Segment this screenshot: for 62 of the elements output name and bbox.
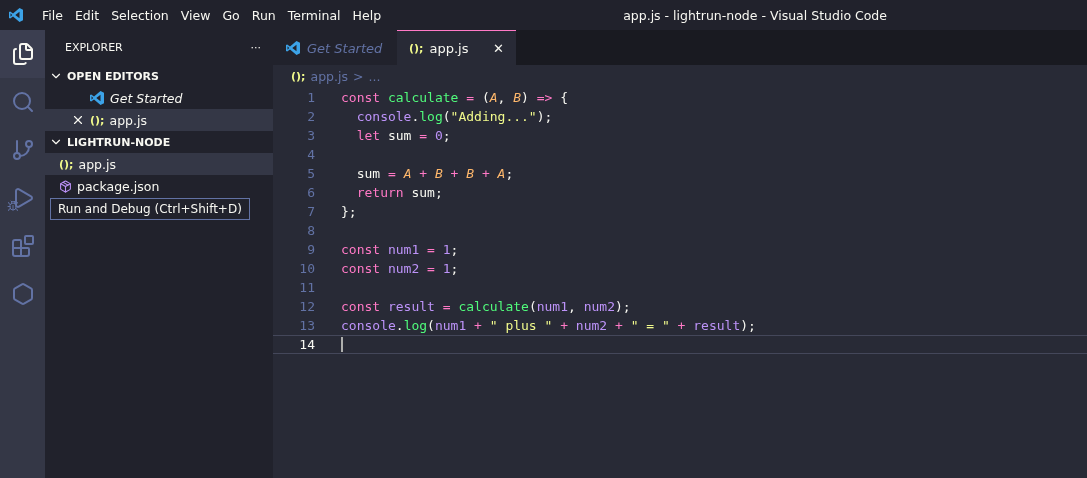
- line-number: 3: [306, 128, 315, 143]
- menu-item[interactable]: File: [36, 7, 69, 23]
- code-line: return sum;: [355, 185, 443, 200]
- editor-tab[interactable]: (); app.js ✕: [397, 30, 516, 65]
- branch-icon: [10, 138, 35, 162]
- vscode-logo-icon: [89, 90, 105, 106]
- explorer-item[interactable]: package.json: [45, 175, 273, 197]
- files-icon: [10, 42, 35, 66]
- line-number: 6: [306, 185, 315, 200]
- code-line: const result = calculate(num1, num2);: [341, 299, 631, 314]
- tooltip: Run and Debug (Ctrl+Shift+D): [50, 198, 250, 220]
- close-button[interactable]: ✕: [493, 40, 504, 56]
- code-line: let sum = 0;: [355, 128, 451, 143]
- close-icon[interactable]: [71, 113, 85, 127]
- vscode-logo-icon: [8, 7, 24, 23]
- breadcrumb-separator: >: [352, 68, 364, 84]
- sidebar-title: EXPLORER: [65, 41, 123, 54]
- hexagon-icon: [10, 282, 35, 306]
- activity-button[interactable]: [0, 30, 45, 78]
- menu-item[interactable]: Run: [245, 7, 282, 23]
- code-line: console.log("Adding...");: [355, 109, 553, 124]
- line-number: 8: [306, 223, 315, 238]
- explorer-item[interactable]: (); app.js: [45, 109, 273, 131]
- menu-item[interactable]: Edit: [68, 7, 106, 23]
- menu-item[interactable]: Help: [346, 7, 388, 23]
- more-actions[interactable]: ···: [250, 41, 261, 54]
- section-header[interactable]: OPEN EDITORS: [45, 65, 273, 87]
- code-line: const num1 = 1;: [341, 242, 459, 257]
- line-number: 9: [306, 242, 315, 257]
- line-number: 5: [306, 166, 315, 181]
- text-cursor: [341, 337, 343, 352]
- explorer-item[interactable]: Get Started: [45, 87, 273, 109]
- menu-item[interactable]: Terminal: [281, 7, 347, 23]
- file-glyph: ();: [59, 157, 74, 171]
- line-number: 1: [306, 90, 315, 105]
- run-debug-icon: [10, 186, 35, 210]
- line-number: 10: [298, 261, 315, 276]
- code-line: const num2 = 1;: [341, 261, 459, 276]
- code-line: console.log(num1 + " plus " + num2 + " = " + result);: [341, 318, 756, 333]
- package-icon: [59, 179, 72, 193]
- file-glyph: ();: [90, 113, 105, 127]
- line-number: 12: [298, 299, 315, 314]
- menu-item[interactable]: Go: [216, 7, 246, 23]
- code-line: const calculate = (A, B) => {: [341, 90, 568, 105]
- section-header[interactable]: LIGHTRUN-NODE: [45, 131, 273, 153]
- menu-item[interactable]: Selection: [105, 7, 175, 23]
- file-glyph: ();: [409, 41, 424, 55]
- line-number: 13: [298, 318, 315, 333]
- extensions-icon: [10, 234, 35, 258]
- code-line: sum = A + B + B + A;: [355, 166, 514, 181]
- explorer-item[interactable]: (); app.js: [45, 153, 273, 175]
- vscode-logo-icon: [285, 40, 301, 56]
- line-number: 11: [298, 280, 315, 295]
- file-glyph: ();: [291, 69, 306, 83]
- menu-item[interactable]: View: [174, 7, 217, 23]
- line-number: 7: [306, 204, 315, 219]
- code-line: };: [341, 204, 357, 219]
- search-icon: [10, 90, 35, 114]
- line-number: 14: [298, 337, 315, 352]
- line-number: 4: [306, 147, 315, 162]
- line-number: 2: [306, 109, 315, 124]
- window-title: app.js - lightrun-node - Visual Studio Code: [623, 7, 887, 23]
